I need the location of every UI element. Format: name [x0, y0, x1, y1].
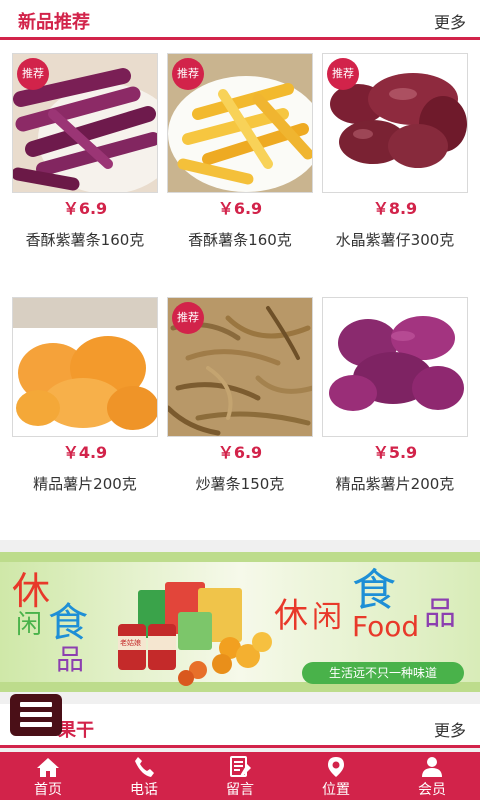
banner-slogan: 生活远不只一种味道	[302, 662, 464, 684]
message-icon	[230, 756, 251, 777]
banner-char: 闲	[16, 610, 43, 640]
menu-bar	[20, 722, 52, 727]
promo-banner[interactable]: 休 闲 食 品 老姑娘 休 闲 食 品 Food 生活远不只一种味道	[0, 552, 480, 692]
can-label: 老姑娘	[120, 639, 141, 647]
product-price: ￥6.9	[62, 199, 108, 218]
product-price: ￥4.9	[62, 443, 108, 462]
nav-message[interactable]: 留言	[192, 752, 288, 800]
product-price: ￥6.9	[217, 443, 263, 462]
section-title: 果干	[58, 720, 94, 741]
product-price: ￥6.9	[217, 199, 263, 218]
nav-label: 电话	[130, 782, 158, 798]
product-card-2[interactable]: 推荐 ￥6.9 香酥薯条160克	[167, 53, 313, 253]
product-card-1[interactable]: 推荐 ￥6.9 香酥紫薯条160克	[12, 53, 158, 253]
product-card-4[interactable]: ￥4.9 精品薯片200克	[12, 297, 158, 497]
product-name[interactable]: 精品紫薯片200克	[316, 473, 474, 494]
nav-label: 位置	[322, 782, 350, 798]
product-name[interactable]: 炒薯条150克	[161, 473, 319, 494]
dried-fruit-header: 果干 更多	[0, 704, 480, 748]
banner-food-text: Food	[352, 610, 420, 643]
nav-label: 留言	[226, 782, 254, 798]
menu-bar	[20, 702, 52, 707]
nav-label: 会员	[418, 782, 446, 798]
product-price: ￥8.9	[372, 199, 418, 218]
product-price: ￥5.9	[372, 443, 418, 462]
product-image-crystal-purple[interactable]: 推荐	[322, 53, 468, 193]
product-image-potato-fries[interactable]: 推荐	[167, 53, 313, 193]
product-image-dried-slices[interactable]	[12, 297, 158, 437]
new-products-header: 新品推荐 更多	[0, 0, 480, 40]
product-name[interactable]: 精品薯片200克	[6, 473, 164, 494]
more-link[interactable]: 更多	[434, 717, 466, 741]
section-title: 新品推荐	[18, 12, 90, 33]
location-icon	[328, 757, 344, 777]
nav-home[interactable]: 首页	[0, 752, 96, 800]
phone-icon	[135, 757, 154, 777]
more-link[interactable]: 更多	[434, 9, 466, 33]
nav-member[interactable]: 会员	[384, 752, 480, 800]
recommend-badge: 推荐	[17, 58, 49, 90]
product-image-fried-strips[interactable]: 推荐	[167, 297, 313, 437]
product-name[interactable]: 香酥薯条160克	[161, 229, 319, 250]
recommend-badge: 推荐	[172, 58, 204, 90]
banner-char: 品	[56, 643, 85, 676]
nav-label: 首页	[34, 782, 62, 798]
member-icon	[422, 757, 442, 777]
product-image-purple-strips[interactable]: 推荐	[12, 53, 158, 193]
nav-phone[interactable]: 电话	[96, 752, 192, 800]
product-image-purple-slices[interactable]	[322, 297, 468, 437]
product-card-6[interactable]: ￥5.9 精品紫薯片200克	[322, 297, 468, 497]
product-grid: 推荐 ￥6.9 香酥紫薯条160克 推荐 ￥6.9 香酥薯条160克 推荐 ￥8…	[0, 40, 480, 540]
product-name[interactable]: 水晶紫薯仔300克	[316, 229, 474, 250]
recommend-badge: 推荐	[172, 302, 204, 334]
menu-bar	[20, 712, 52, 717]
banner-char: 休	[274, 596, 308, 636]
product-name[interactable]: 香酥紫薯条160克	[6, 229, 164, 250]
menu-toggle-button[interactable]	[10, 694, 62, 736]
home-icon	[37, 758, 59, 777]
banner-char: 闲	[312, 600, 342, 635]
banner-char: 品	[424, 594, 457, 632]
nav-location[interactable]: 位置	[288, 752, 384, 800]
banner-char: 食	[352, 565, 396, 616]
recommend-badge: 推荐	[327, 58, 359, 90]
product-card-5[interactable]: 推荐 ￥6.9 炒薯条150克	[167, 297, 313, 497]
product-card-3[interactable]: 推荐 ￥8.9 水晶紫薯仔300克	[322, 53, 468, 253]
bottom-nav: 首页 电话 留言 位置 会员	[0, 752, 480, 800]
